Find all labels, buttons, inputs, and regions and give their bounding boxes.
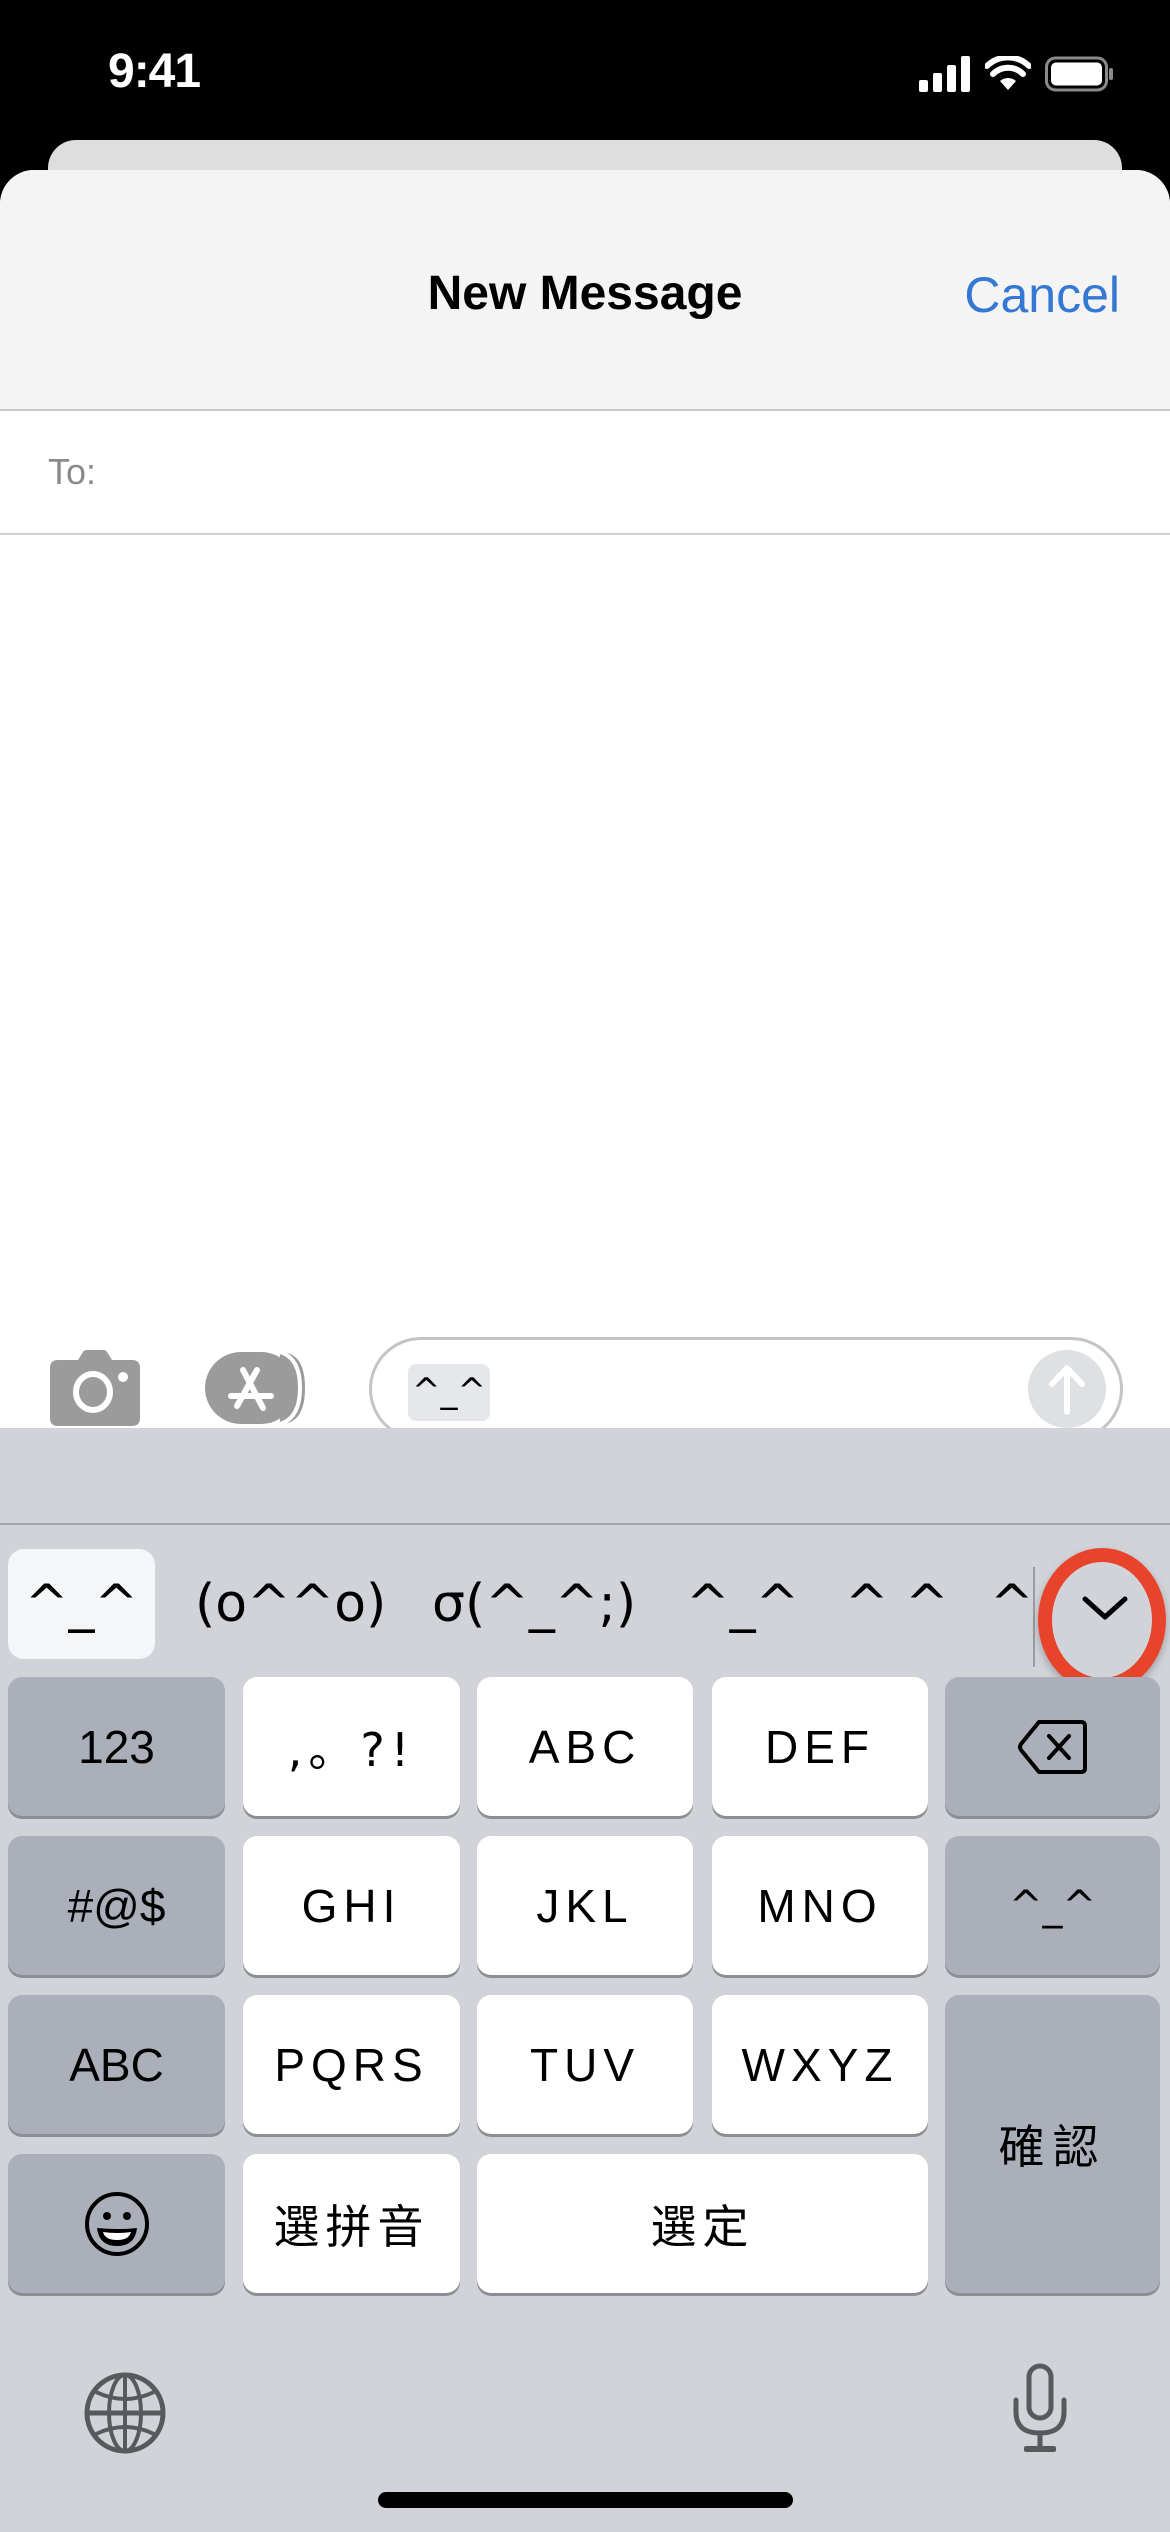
confirm-key[interactable]: 確認 [945,1995,1160,2293]
key-jkl[interactable]: JKL [477,1836,693,1975]
battery-icon [1045,56,1113,92]
key-label: PQRS [274,2038,429,2091]
candidate-divider [1033,1567,1035,1667]
wifi-icon [985,56,1031,90]
arrow-up-icon [1049,1365,1085,1415]
microphone-icon [1013,2363,1067,2452]
marked-text: ^_^ [408,1364,490,1421]
key-label: 選定 [650,2199,755,2254]
key-abc-switch[interactable]: ABC [8,1995,225,2134]
message-input[interactable]: ^_^ [369,1337,1123,1441]
key-wxyz[interactable]: WXYZ [712,1995,928,2134]
key-123[interactable]: 123 [8,1677,225,1816]
app-store-button[interactable] [205,1350,320,1426]
candidate-item[interactable]: ^ ^ [845,1549,949,1659]
keyboard: ^_^ (o^^o) σ(^_^;) ^_^ ^ ^ ^ 123 ,。?! AB… [0,1428,1170,2532]
key-label: ABC [528,1720,642,1773]
key-label: GHI [301,1879,402,1932]
cancel-button[interactable]: Cancel [964,266,1120,324]
dictation-button[interactable] [1000,2358,1080,2458]
home-indicator[interactable] [378,2492,793,2508]
candidate-bar: ^_^ (o^^o) σ(^_^;) ^_^ ^ ^ ^ [0,1525,1170,1692]
recipient-input[interactable] [120,431,1140,515]
globe-button[interactable] [80,2368,170,2458]
key-label: 確認 [998,2120,1107,2174]
key-label: MNO [757,1879,883,1932]
key-label: DEF [765,1720,875,1773]
key-label: 123 [78,1720,155,1773]
delete-icon [1017,1719,1087,1774]
key-abc[interactable]: ABC [477,1677,693,1816]
key-tuv[interactable]: TUV [477,1995,693,2134]
status-icons [919,56,1115,92]
globe-icon [84,2372,166,2454]
key-select-pinyin[interactable]: 選拼音 [243,2154,460,2293]
key-symbols[interactable]: #@$ [8,1836,225,1975]
expand-candidates-button[interactable] [1055,1557,1155,1657]
sheet-header: New Message Cancel [0,170,1170,411]
key-mno[interactable]: MNO [712,1836,928,1975]
key-select[interactable]: 選定 [477,2154,928,2293]
key-label: WXYZ [741,2038,899,2091]
candidate-item[interactable]: σ(^_^;) [432,1549,636,1659]
key-label: ,。?! [287,1722,416,1777]
emoji-icon [84,2191,149,2256]
key-ghi[interactable]: GHI [243,1836,460,1975]
send-button[interactable] [1028,1350,1106,1428]
key-label: JKL [536,1879,634,1932]
emoji-key[interactable] [8,2154,225,2293]
chevron-down-icon [1082,1596,1128,1620]
candidate-item[interactable]: (o^^o) [195,1549,386,1659]
key-label: ABC [69,2038,164,2091]
key-label: #@$ [67,1879,166,1932]
key-label: TUV [530,2038,640,2091]
camera-button[interactable] [48,1350,142,1426]
signal-icon [919,56,970,92]
candidate-item[interactable]: ^_^ [8,1549,155,1659]
compose-bar: ^_^ [0,1305,1170,1441]
key-label: 選拼音 [273,2199,430,2254]
key-kaomoji[interactable]: ^_^ [945,1836,1160,1975]
to-label: To: [48,451,97,492]
app-store-icon [205,1350,305,1426]
candidate-item[interactable]: ^ [990,1549,1034,1659]
status-bar: 9:41 [0,0,1170,140]
key-punctuation[interactable]: ,。?! [243,1677,460,1816]
delete-key[interactable] [945,1677,1160,1816]
status-time: 9:41 [108,45,201,98]
candidate-item[interactable]: ^_^ [686,1549,799,1659]
key-def[interactable]: DEF [712,1677,928,1816]
key-label: ^_^ [1008,1882,1097,1929]
recipient-row: To: [0,411,1170,535]
key-pqrs[interactable]: PQRS [243,1995,460,2134]
message-area [0,535,1170,1305]
camera-icon [50,1350,140,1426]
